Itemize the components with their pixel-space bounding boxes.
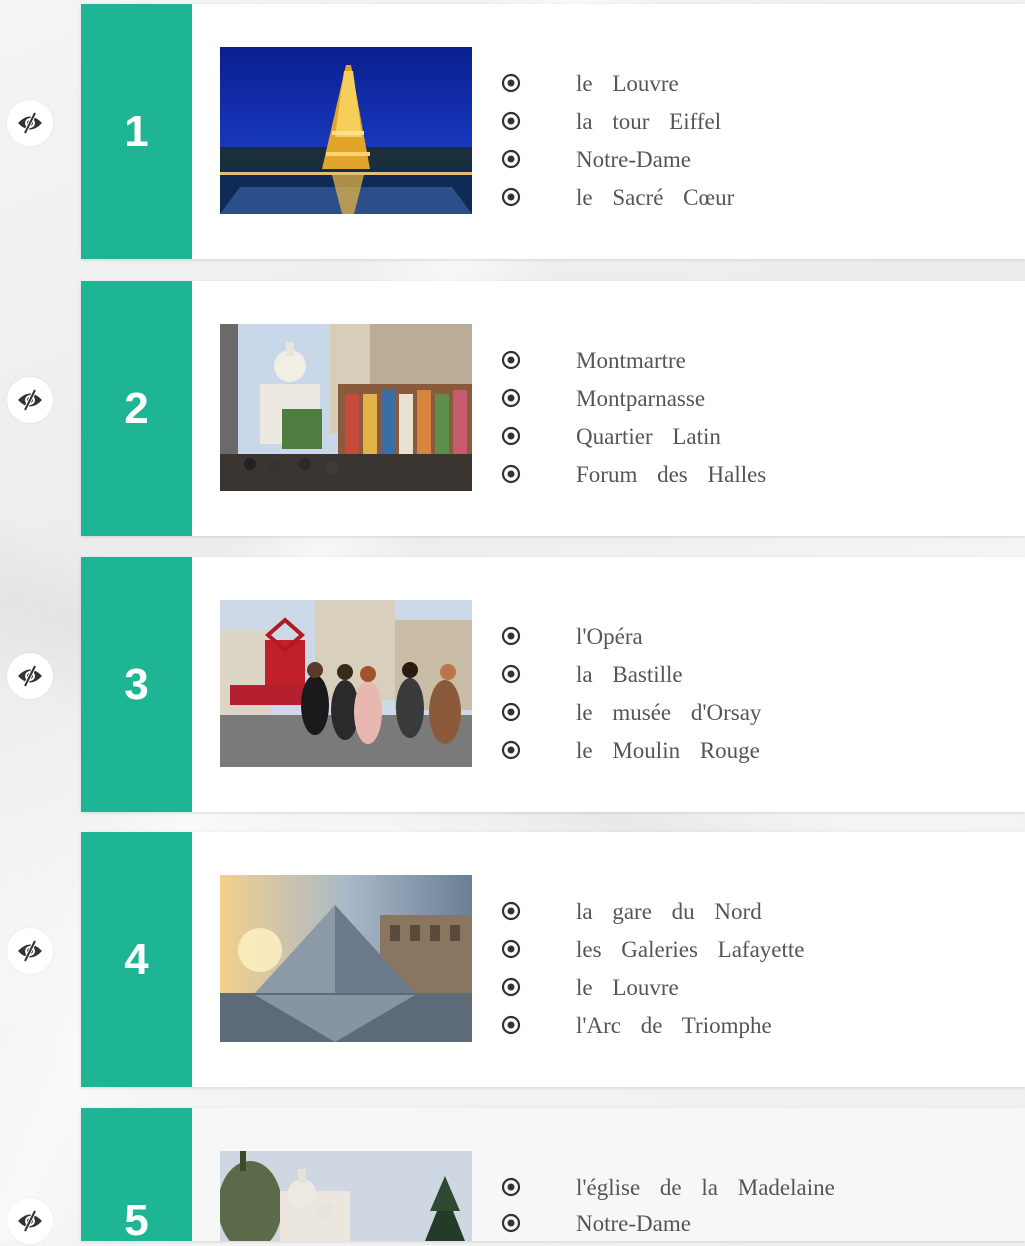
- place-name: les Galeries Lafayette: [576, 937, 805, 962]
- item-number: 5: [81, 1108, 192, 1245]
- place-list: l'Opéra la Bastille le musée d'Orsay le …: [501, 618, 761, 770]
- card: 2 Montmartre Montparnasse Quartier Latin…: [81, 281, 1025, 536]
- radio-dot-icon: [501, 1015, 521, 1035]
- place-name: l'Opéra: [576, 624, 643, 649]
- photo-louvre-pyramid: [220, 875, 472, 1042]
- place-name: le Moulin Rouge: [576, 738, 760, 763]
- place-name: le musée d'Orsay: [576, 700, 762, 725]
- list-item: l'Arc de Triomphe: [501, 1007, 805, 1045]
- card: 1 le Louvre la tour Eiffel Notre-Dame le…: [81, 4, 1025, 259]
- eye-slash-icon: [18, 389, 42, 411]
- radio-dot-icon: [501, 111, 521, 131]
- list-item: 5 l'église de la Madelaine Notre-Dame: [0, 1108, 1025, 1245]
- place-name: Notre-Dame: [576, 147, 691, 172]
- radio-dot-icon: [501, 939, 521, 959]
- list-item: le Louvre: [501, 969, 805, 1007]
- radio-dot-icon: [501, 977, 521, 997]
- place-list: l'église de la Madelaine Notre-Dame: [501, 1170, 835, 1242]
- radio-dot-icon: [501, 73, 521, 93]
- radio-dot-icon: [501, 901, 521, 921]
- place-name: la gare du Nord: [576, 899, 762, 924]
- photo-montmartre-street: [220, 324, 472, 491]
- radio-dot-icon: [501, 702, 521, 722]
- eye-slash-icon: [18, 665, 42, 687]
- list-item: Notre-Dame: [501, 141, 734, 179]
- list-item: Montmartre: [501, 342, 766, 380]
- radio-dot-icon: [501, 664, 521, 684]
- item-number: 4: [81, 832, 192, 1087]
- place-name: le Sacré Cœur: [576, 185, 735, 210]
- list-item: la gare du Nord: [501, 893, 805, 931]
- list-item: le Louvre: [501, 65, 734, 103]
- hide-toggle-button[interactable]: [7, 377, 53, 423]
- radio-dot-icon: [501, 350, 521, 370]
- hide-toggle-button[interactable]: [7, 653, 53, 699]
- list-item: 1 le Louvre la tour Eiffel Notre-Dame le…: [0, 4, 1025, 259]
- list-item: 2 Montmartre Montparnasse Quartier Latin…: [0, 281, 1025, 536]
- place-list: Montmartre Montparnasse Quartier Latin F…: [501, 342, 766, 494]
- list-item: l'église de la Madelaine: [501, 1170, 835, 1206]
- eye-slash-icon: [18, 112, 42, 134]
- radio-dot-icon: [501, 740, 521, 760]
- list-item: 4 la gare du Nord les Galeries Lafayette…: [0, 832, 1025, 1087]
- list-item: 3 l'Opéra la Bastille le musée d'Orsay l…: [0, 557, 1025, 812]
- radio-dot-icon: [501, 187, 521, 207]
- item-number: 2: [81, 281, 192, 536]
- photo-sacre-coeur: [220, 1151, 472, 1241]
- place-name: Quartier Latin: [576, 424, 721, 449]
- place-name: la tour Eiffel: [576, 109, 722, 134]
- radio-dot-icon: [501, 464, 521, 484]
- place-name: l'Arc de Triomphe: [576, 1013, 772, 1038]
- place-list: la gare du Nord les Galeries Lafayette l…: [501, 893, 805, 1045]
- eye-slash-icon: [18, 940, 42, 962]
- list-item: Montparnasse: [501, 380, 766, 418]
- radio-dot-icon: [501, 388, 521, 408]
- list-item: le musée d'Orsay: [501, 694, 761, 732]
- list-item: Forum des Halles: [501, 456, 766, 494]
- place-list: le Louvre la tour Eiffel Notre-Dame le S…: [501, 65, 734, 217]
- hide-toggle-button[interactable]: [7, 100, 53, 146]
- item-number: 1: [81, 4, 192, 259]
- list-item: la Bastille: [501, 656, 761, 694]
- card: 4 la gare du Nord les Galeries Lafayette…: [81, 832, 1025, 1087]
- place-name: Montmartre: [576, 348, 686, 373]
- radio-dot-icon: [501, 149, 521, 169]
- list-item: le Moulin Rouge: [501, 732, 761, 770]
- eye-slash-icon: [18, 1210, 42, 1232]
- item-number: 3: [81, 557, 192, 812]
- hide-toggle-button[interactable]: [7, 928, 53, 974]
- radio-dot-icon: [501, 1177, 521, 1197]
- photo-moulin-rouge-street: [220, 600, 472, 767]
- radio-dot-icon: [501, 426, 521, 446]
- photo-eiffel-tower: [220, 47, 472, 214]
- card: 5 l'église de la Madelaine Notre-Dame: [81, 1108, 1025, 1245]
- place-name: Forum des Halles: [576, 462, 767, 487]
- place-name: la Bastille: [576, 662, 683, 687]
- card: 3 l'Opéra la Bastille le musée d'Orsay l…: [81, 557, 1025, 812]
- radio-dot-icon: [501, 1213, 521, 1233]
- hide-toggle-button[interactable]: [7, 1198, 53, 1244]
- list-item: le Sacré Cœur: [501, 179, 734, 217]
- list-item: Notre-Dame: [501, 1206, 835, 1242]
- place-name: le Louvre: [576, 71, 679, 96]
- list-item: l'Opéra: [501, 618, 761, 656]
- place-name: l'église de la Madelaine: [576, 1175, 835, 1200]
- place-name: Montparnasse: [576, 386, 706, 411]
- place-name: le Louvre: [576, 975, 679, 1000]
- list-item: Quartier Latin: [501, 418, 766, 456]
- radio-dot-icon: [501, 626, 521, 646]
- list-item: la tour Eiffel: [501, 103, 734, 141]
- place-name: Notre-Dame: [576, 1211, 691, 1236]
- list-item: les Galeries Lafayette: [501, 931, 805, 969]
